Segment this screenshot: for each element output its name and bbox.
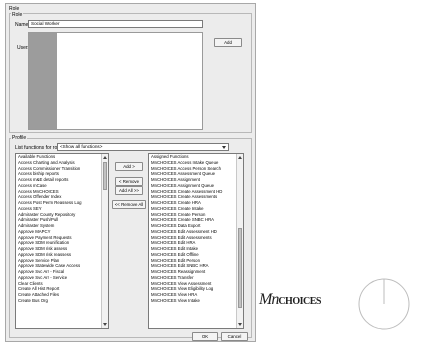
function-filter-value: <Show all functions>: [60, 144, 103, 149]
name-label: Name: [15, 22, 29, 28]
assigned-functions-list[interactable]: Assigned Functions MnCHOICES Access Inta…: [148, 153, 244, 329]
assigned-function-item[interactable]: MnCHOICES View Intake: [149, 298, 243, 304]
logo-choices-text: CHOICES: [278, 296, 321, 307]
add-function-button[interactable]: Add >: [115, 162, 143, 171]
remove-function-button[interactable]: < Remove: [115, 177, 143, 186]
add-all-button[interactable]: Add All >>: [115, 186, 143, 195]
remove-all-button[interactable]: << Remove All: [112, 200, 146, 209]
available-functions-list[interactable]: Available Functions Access Charting and …: [15, 153, 109, 329]
list-functions-label: List functions for role: [15, 145, 62, 151]
scroll-up-icon[interactable]: [103, 156, 107, 159]
profile-group-label: Profile: [11, 135, 28, 141]
cancel-button[interactable]: Cancel: [221, 332, 248, 341]
name-field[interactable]: Social Worker: [28, 20, 203, 28]
scroll-down-icon[interactable]: [238, 323, 242, 326]
available-function-item[interactable]: Create Bus Org: [16, 298, 108, 304]
scroll-down-icon[interactable]: [103, 323, 107, 326]
role-group-label: Role: [11, 12, 24, 18]
available-scrollbar[interactable]: [101, 154, 108, 328]
add-user-button[interactable]: Add: [214, 38, 242, 47]
function-filter-select[interactable]: <Show all functions>: [57, 143, 229, 151]
scroll-up-icon[interactable]: [238, 156, 242, 159]
mnchoices-logo: MnCHOICES: [259, 291, 321, 309]
ok-button[interactable]: OK: [192, 332, 218, 341]
logo-circle-icon: [358, 278, 410, 330]
scroll-thumb[interactable]: [238, 228, 242, 308]
users-list[interactable]: [28, 32, 203, 130]
chevron-down-icon: [222, 146, 226, 149]
scroll-thumb[interactable]: [103, 162, 107, 190]
assigned-scrollbar[interactable]: [236, 154, 243, 328]
logo-mn-text: Mn: [259, 291, 279, 308]
role-dialog: Role Role Name Social Worker Users Add P…: [5, 3, 256, 342]
users-selection-block: [29, 33, 57, 129]
